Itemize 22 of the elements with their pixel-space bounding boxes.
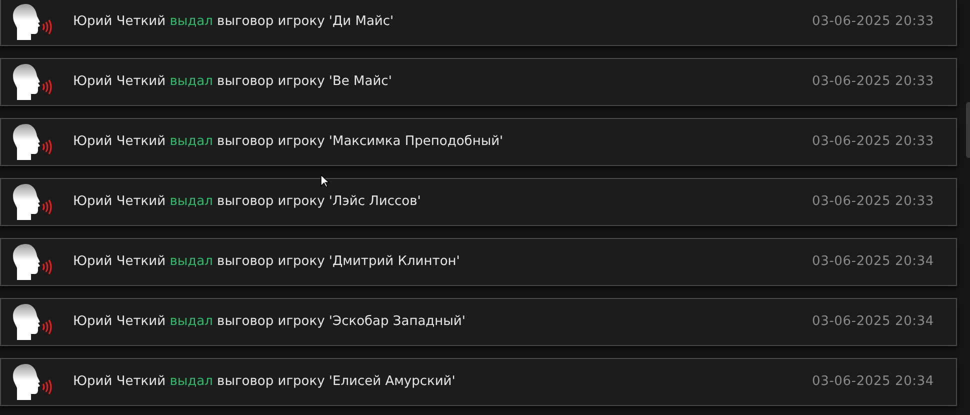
log-message: Юрий Четкий выдал выговор игроку 'Дмитрий Клинтон': [73, 253, 460, 272]
log-message: Юрий Четкий выдал выговор игроку 'Максимка Преподобный': [73, 133, 504, 152]
log-message: Юрий Четкий выдал выговор игроку 'Ди Майс': [73, 13, 394, 32]
log-message: Юрий Четкий выдал выговор игроку 'Лэйс Лиссов': [73, 193, 421, 212]
speaking-head-icon: [12, 363, 54, 401]
speaking-head-icon: [12, 63, 54, 101]
speaking-head-icon: [12, 123, 54, 161]
speaking-head-icon: [12, 243, 54, 281]
timestamp: 03-06-2025 20:33: [812, 193, 934, 212]
timestamp: 03-06-2025 20:33: [812, 133, 934, 152]
log-message: Юрий Четкий выдал выговор игроку 'Елисей Амурский': [73, 373, 456, 392]
speaking-head-icon: [12, 183, 54, 221]
log-message: Юрий Четкий выдал выговор игроку 'Эскобар Западный': [73, 313, 466, 332]
timestamp: 03-06-2025 20:34: [812, 373, 934, 392]
timestamp: 03-06-2025 20:34: [812, 313, 934, 332]
timestamp: 03-06-2025 20:33: [812, 73, 934, 92]
speaking-head-icon: [12, 3, 54, 41]
log-message: Юрий Четкий выдал выговор игроку 'Ве Майс': [73, 73, 392, 92]
speaking-head-icon: [12, 303, 54, 341]
timestamp: 03-06-2025 20:34: [812, 253, 934, 272]
timestamp: 03-06-2025 20:33: [812, 13, 934, 32]
cursor-icon: [320, 174, 330, 188]
